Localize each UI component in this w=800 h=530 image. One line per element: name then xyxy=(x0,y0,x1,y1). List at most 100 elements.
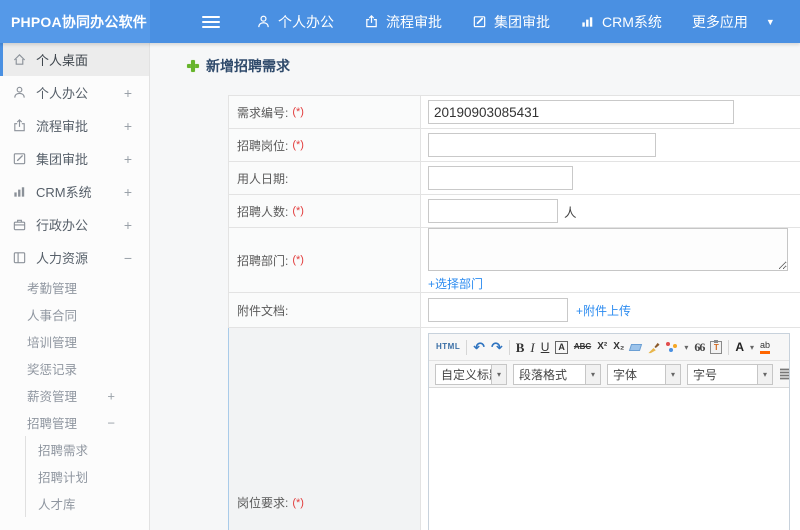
expand-toggle[interactable]: − xyxy=(124,250,132,266)
format-painter-icon[interactable] xyxy=(647,341,660,354)
scrawl-icon[interactable] xyxy=(666,341,678,353)
expand-toggle[interactable]: + xyxy=(124,184,132,200)
sidebar-item-recruitment-request[interactable]: 招聘需求 xyxy=(26,436,149,463)
nav-crm-system[interactable]: CRM系统 xyxy=(580,12,662,32)
form-row-attachment: 附件文档: +附件上传 xyxy=(228,293,800,328)
attachment-upload-link[interactable]: +附件上传 xyxy=(576,302,631,319)
blockquote-button[interactable]: 66 xyxy=(694,341,705,353)
subscript-button[interactable]: X₂ xyxy=(613,342,624,352)
page-title: 新增招聘需求 xyxy=(187,56,800,76)
sidebar-item-crm-system[interactable]: CRM系统 + xyxy=(0,175,149,208)
sidebar-item-label: 薪资管理 xyxy=(27,390,78,404)
sidebar-item-talent-pool[interactable]: 人才库 xyxy=(26,490,149,517)
sidebar-item-label: 招聘计划 xyxy=(38,471,89,485)
sidebar-item-human-resources[interactable]: 人力资源 − xyxy=(0,241,149,274)
add-plus-icon xyxy=(187,60,199,72)
app-logo: PHPOA协同办公软件 xyxy=(0,0,150,43)
paragraph-format-select[interactable]: 段落格式 ▾ xyxy=(513,363,601,385)
expand-toggle[interactable]: + xyxy=(124,151,132,167)
superscript-button[interactable]: X² xyxy=(597,342,607,352)
field-label: 招聘岗位: xyxy=(237,138,289,153)
paste-icon[interactable]: T xyxy=(710,339,723,354)
chevron-down-icon[interactable]: ▾ xyxy=(750,343,754,352)
sidebar-item-process-approval[interactable]: 流程审批 + xyxy=(0,109,149,142)
sidebar-item-label: 培训管理 xyxy=(27,336,78,350)
chevron-down-icon[interactable]: ▼ xyxy=(766,17,775,27)
editor-toolbar-top: HTML ↶ ↷ B I U A ABC X² X₂ ▾ 66 T A ▾ ab xyxy=(429,334,789,361)
edit-icon xyxy=(473,16,486,28)
redo-icon[interactable]: ↷ xyxy=(491,340,503,354)
undo-icon[interactable]: ↶ xyxy=(473,340,485,354)
sidebar-item-personal-office[interactable]: 个人办公 + xyxy=(0,76,149,109)
field-label: 招聘人数: xyxy=(237,204,289,219)
hire-date-input[interactable] xyxy=(428,166,573,190)
unit-suffix: 人 xyxy=(564,205,577,220)
chevron-down-icon[interactable]: ▾ xyxy=(684,343,688,352)
chevron-down-icon: ▾ xyxy=(665,364,680,384)
top-nav: 个人办公 流程审批 集团审批 CRM系统 更多应用 ▼ xyxy=(150,0,800,43)
expand-toggle[interactable]: + xyxy=(124,85,132,101)
font-family-select[interactable]: 字体 ▾ xyxy=(607,363,681,385)
expand-toggle[interactable]: + xyxy=(124,217,132,233)
divider xyxy=(508,339,510,355)
sidebar-item-personal-desktop[interactable]: 个人桌面 xyxy=(0,43,149,76)
sidebar-item-group-approval[interactable]: 集团审批 + xyxy=(0,142,149,175)
expand-toggle[interactable]: + xyxy=(124,118,132,134)
recruitment-subgroup: 招聘需求 招聘计划 人才库 xyxy=(25,436,149,517)
nav-label: 个人办公 xyxy=(278,13,334,30)
form-row-hire-date: 用人日期: xyxy=(228,162,800,195)
select-department-link[interactable]: +选择部门 xyxy=(428,275,483,292)
headcount-input[interactable] xyxy=(428,199,558,223)
sidebar-item-training-management[interactable]: 培训管理 xyxy=(0,328,149,355)
strikethrough-button[interactable]: ABC xyxy=(574,343,591,351)
user-icon xyxy=(258,15,269,28)
bar-chart-icon xyxy=(582,17,593,27)
expand-toggle[interactable]: − xyxy=(107,415,115,430)
job-position-input[interactable] xyxy=(428,133,656,157)
sidebar-item-label: 人力资源 xyxy=(36,251,89,266)
expand-toggle[interactable]: + xyxy=(107,388,115,403)
custom-title-select[interactable]: 自定义标题 ▾ xyxy=(435,363,507,385)
sidebar-item-admin-office[interactable]: 行政办公 + xyxy=(0,208,149,241)
sidebar-item-label: CRM系统 xyxy=(36,185,92,200)
underline-button[interactable]: U xyxy=(541,341,550,353)
top-bar: PHPOA协同办公软件 个人办公 流程审批 集团审批 CRM系统 更多应用 ▼ xyxy=(0,0,800,43)
eraser-icon[interactable] xyxy=(629,343,643,351)
request-number-input[interactable] xyxy=(428,100,734,124)
upload-icon xyxy=(366,15,377,28)
html-source-button[interactable]: HTML xyxy=(436,343,460,351)
menu-toggle-icon[interactable] xyxy=(202,15,220,28)
editor-toolbar-bottom: 自定义标题 ▾ 段落格式 ▾ 字体 ▾ xyxy=(429,361,789,388)
department-textarea[interactable] xyxy=(428,228,788,271)
nav-group-approval[interactable]: 集团审批 xyxy=(472,12,550,32)
editor-content[interactable] xyxy=(429,388,789,530)
sidebar-item-label: 个人桌面 xyxy=(36,53,89,68)
chevron-down-icon: ▾ xyxy=(757,364,772,384)
form-row-request-number: 需求编号: (*) xyxy=(228,96,800,129)
required-mark: (*) xyxy=(292,254,304,266)
sidebar-item-attendance-management[interactable]: 考勤管理 xyxy=(0,274,149,301)
attachment-input[interactable] xyxy=(428,298,568,322)
sidebar-item-label: 流程审批 xyxy=(36,119,89,134)
sidebar-item-personnel-contract[interactable]: 人事合同 xyxy=(0,301,149,328)
sidebar-item-recruitment-plan[interactable]: 招聘计划 xyxy=(26,463,149,490)
sidebar-item-salary-management[interactable]: 薪资管理 + xyxy=(0,382,149,409)
italic-button[interactable]: I xyxy=(530,341,534,354)
sidebar-item-label: 个人办公 xyxy=(36,86,89,101)
bar-chart-icon xyxy=(14,187,25,197)
field-label: 需求编号: xyxy=(237,105,289,120)
nav-process-approval[interactable]: 流程审批 xyxy=(364,12,442,32)
nav-personal-office[interactable]: 个人办公 xyxy=(256,12,334,32)
sidebar-item-label: 招聘需求 xyxy=(38,444,89,458)
border-text-button[interactable]: A xyxy=(555,340,568,354)
page-title-text: 新增招聘需求 xyxy=(206,58,290,74)
nav-more-apps[interactable]: 更多应用 xyxy=(692,12,748,32)
bold-button[interactable]: B xyxy=(516,341,525,354)
font-color-button[interactable]: A xyxy=(735,341,744,353)
background-color-button[interactable]: ab xyxy=(760,340,771,354)
font-size-select[interactable]: 字号 ▾ xyxy=(687,363,773,385)
align-left-icon[interactable] xyxy=(779,368,789,381)
sidebar-item-recruitment-management[interactable]: 招聘管理 − xyxy=(0,409,149,436)
sidebar-item-reward-punishment[interactable]: 奖惩记录 xyxy=(0,355,149,382)
form-row-job-requirements: 岗位要求: (*) HTML ↶ ↷ B I U A ABC X² X₂ ▾ 6… xyxy=(228,328,800,530)
